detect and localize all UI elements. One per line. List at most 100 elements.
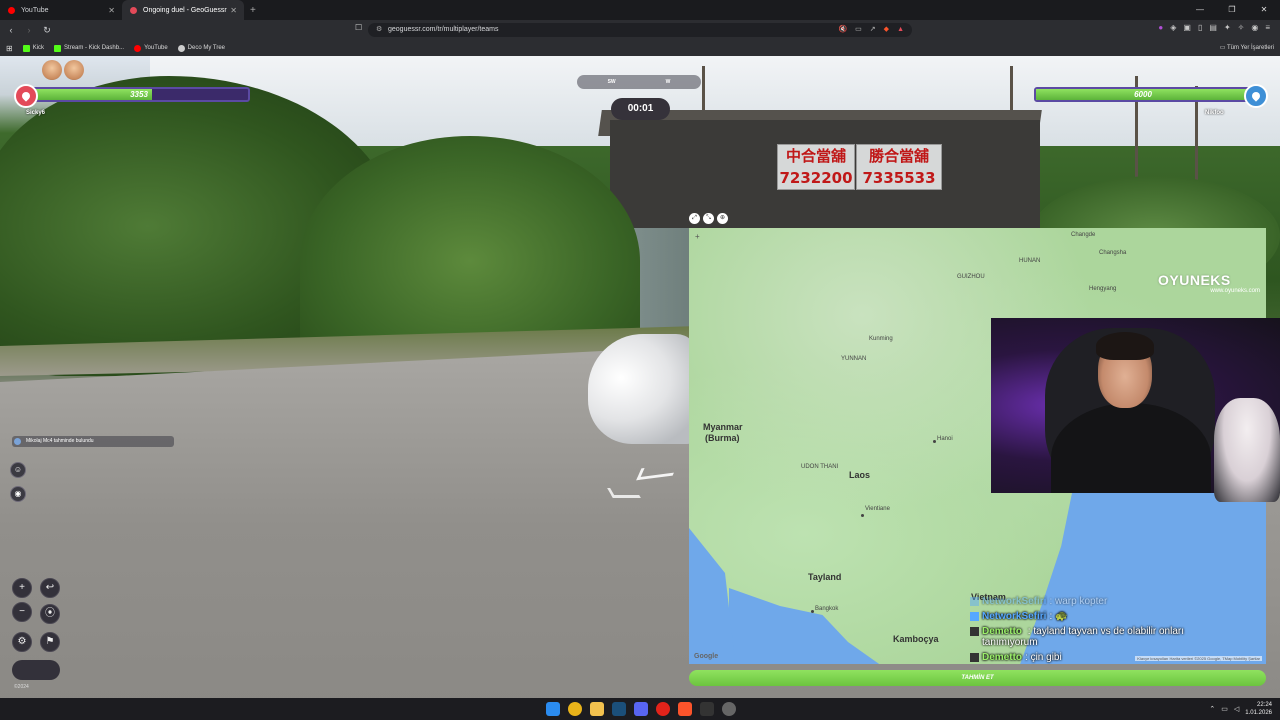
sidebar-icon[interactable]: ▯ — [1198, 23, 1202, 32]
maximize-icon[interactable]: ❐ — [1216, 0, 1248, 20]
clock-time: 22:24 — [1256, 702, 1272, 708]
chrome-icon[interactable] — [568, 702, 582, 716]
cast-icon[interactable]: ▭ — [855, 23, 862, 37]
chat-badge-icon — [970, 612, 979, 621]
sponsor-name: OYUNEKS — [1158, 272, 1231, 288]
tab-label: YouTube — [21, 6, 49, 14]
shrink-map-icon[interactable]: ⤡ — [703, 213, 714, 224]
site-info-icon[interactable]: ⚙ — [376, 23, 382, 37]
back-icon[interactable]: ‹ — [4, 25, 18, 35]
location-pin-icon — [1244, 84, 1268, 108]
undo-button[interactable]: ↩ — [40, 578, 60, 598]
system-clock[interactable]: 22:24 1.01.2026 — [1245, 701, 1272, 717]
bookmark-youtube[interactable]: YouTube — [134, 44, 168, 52]
map-label: Kunming — [869, 336, 893, 342]
google-logo: Google — [694, 653, 719, 660]
player-avatars-pill[interactable] — [12, 660, 60, 680]
tab-youtube[interactable]: YouTube ✕ — [0, 0, 122, 20]
opera-icon[interactable] — [656, 702, 670, 716]
round-timer: 00:01 — [611, 98, 670, 120]
sponsor-overlay: OYUNEKS www.oyuneks.com — [1158, 272, 1264, 294]
shop-sign: 中合當舖 7232200 — [777, 144, 855, 190]
panorama-copyright: ©2024 — [14, 684, 29, 690]
chat-username: NetworkSefiri — [982, 596, 1047, 607]
network-icon[interactable]: ▭ — [1221, 705, 1228, 713]
leo-icon[interactable]: ✧ — [1238, 23, 1245, 32]
chat-text: : 🐢 — [1049, 611, 1068, 622]
system-tray: ⌃ ▭ ◁ 22:24 1.01.2026 — [1209, 701, 1272, 717]
puzzle-icon[interactable]: ✦ — [1224, 23, 1231, 32]
bookmark-deco-my-tree[interactable]: Deco My Tree — [177, 44, 225, 52]
map-label: Hanoi — [937, 436, 953, 442]
extension-icon[interactable]: ▣ — [1183, 23, 1191, 32]
map-label-laos: Laos — [849, 470, 871, 480]
right-team-health: 6000 — [1034, 84, 1268, 108]
wallet-icon[interactable]: ▤ — [1209, 23, 1217, 32]
close-window-icon[interactable]: ✕ — [1248, 0, 1280, 20]
city-marker — [933, 440, 936, 443]
tray-chevron-icon[interactable]: ⌃ — [1209, 705, 1215, 713]
extension-icon[interactable]: ◈ — [1170, 23, 1176, 32]
health-value: 6000 — [1134, 90, 1152, 99]
steam-icon[interactable] — [612, 702, 626, 716]
map-plus-icon[interactable]: + — [695, 232, 700, 241]
emote-icon[interactable]: ☺ — [10, 462, 26, 478]
close-icon[interactable]: ✕ — [230, 6, 237, 15]
map-label: HUNAN — [1019, 258, 1041, 264]
bookmark-kick[interactable]: Kick — [22, 44, 44, 52]
all-bookmarks[interactable]: ▭ Tüm Yer İşaretleri — [1220, 44, 1274, 51]
avatar — [42, 60, 62, 80]
brave-shield-icon[interactable]: ◆ — [884, 23, 889, 37]
file-explorer-icon[interactable] — [590, 702, 604, 716]
map-label: Changsha — [1099, 250, 1127, 256]
app-icon[interactable] — [722, 702, 736, 716]
settings-icon[interactable]: ⚙ — [12, 632, 32, 652]
streaming-app-icon[interactable] — [700, 702, 714, 716]
extension-icon[interactable]: ● — [1158, 23, 1163, 32]
chat-username: Demetto — [982, 626, 1023, 637]
url-text: geoguessr.com/tr/multiplayer/teams — [388, 26, 499, 33]
chat-icon[interactable]: ◉ — [10, 486, 26, 502]
zoom-in-button[interactable]: + — [12, 578, 32, 598]
bookmark-icon[interactable]: ☐ — [355, 23, 362, 32]
move-arrow-icon[interactable] — [607, 488, 641, 498]
menu-icon[interactable]: ≡ — [1265, 23, 1270, 32]
health-bar: 3353 — [28, 87, 250, 102]
discord-icon[interactable] — [634, 702, 648, 716]
globe-icon — [177, 44, 185, 52]
vpn-icon[interactable]: ◉ — [1251, 23, 1258, 32]
expand-map-icon[interactable]: ⤢ — [689, 213, 700, 224]
close-icon[interactable]: ✕ — [108, 6, 115, 15]
guess-button[interactable]: TAHMİN ET — [689, 670, 1266, 686]
map-label: Bangkok — [815, 606, 839, 612]
bookmark-label: YouTube — [144, 45, 168, 51]
windows-start-icon[interactable] — [546, 702, 560, 716]
address-toolbar: ‹ › ↻ ☐ ⚙ geoguessr.com/tr/multiplayer/t… — [0, 20, 1280, 40]
brave-icon[interactable] — [678, 702, 692, 716]
tab-geoguessr[interactable]: Ongoing duel - GeoGuessr ✕ — [122, 0, 244, 20]
share-icon[interactable]: ↗ — [870, 23, 876, 37]
chat-message: Demetto : çin gibi — [970, 652, 1230, 663]
reload-icon[interactable]: ↻ — [40, 25, 54, 36]
map-label-myanmar-sub: (Burma) — [705, 433, 740, 443]
new-tab-icon[interactable]: + — [250, 5, 256, 16]
bookmark-kick-dashboard[interactable]: Stream - Kick Dashb... — [54, 44, 124, 52]
stream-chat-overlay: NetworkSefiri : warp kopter NetworkSefir… — [970, 596, 1230, 667]
rewards-icon[interactable]: ▲ — [897, 23, 904, 37]
apps-icon[interactable]: ⊞ — [6, 44, 13, 53]
minimize-icon[interactable]: — — [1184, 0, 1216, 20]
map-label: GUIZHOU — [957, 274, 985, 280]
pin-map-icon[interactable]: ⊕ — [717, 213, 728, 224]
flag-icon[interactable]: ⚑ — [40, 632, 60, 652]
mute-icon[interactable]: 🔇 — [838, 23, 847, 37]
map-size-controls: ⤢ ⤡ ⊕ — [689, 213, 728, 224]
kick-icon — [54, 44, 62, 52]
forward-icon[interactable]: › — [22, 25, 36, 35]
volume-icon[interactable]: ◁ — [1234, 705, 1239, 713]
left-team-health: 3353 — [14, 84, 250, 108]
return-to-start-icon[interactable]: ⦿ — [40, 604, 60, 624]
zoom-out-button[interactable]: − — [12, 602, 32, 622]
browser-tab-bar: YouTube ✕ Ongoing duel - GeoGuessr ✕ + —… — [0, 0, 1280, 20]
url-field[interactable]: ⚙ geoguessr.com/tr/multiplayer/teams 🔇 ▭… — [368, 23, 912, 37]
health-value: 3353 — [130, 90, 148, 99]
